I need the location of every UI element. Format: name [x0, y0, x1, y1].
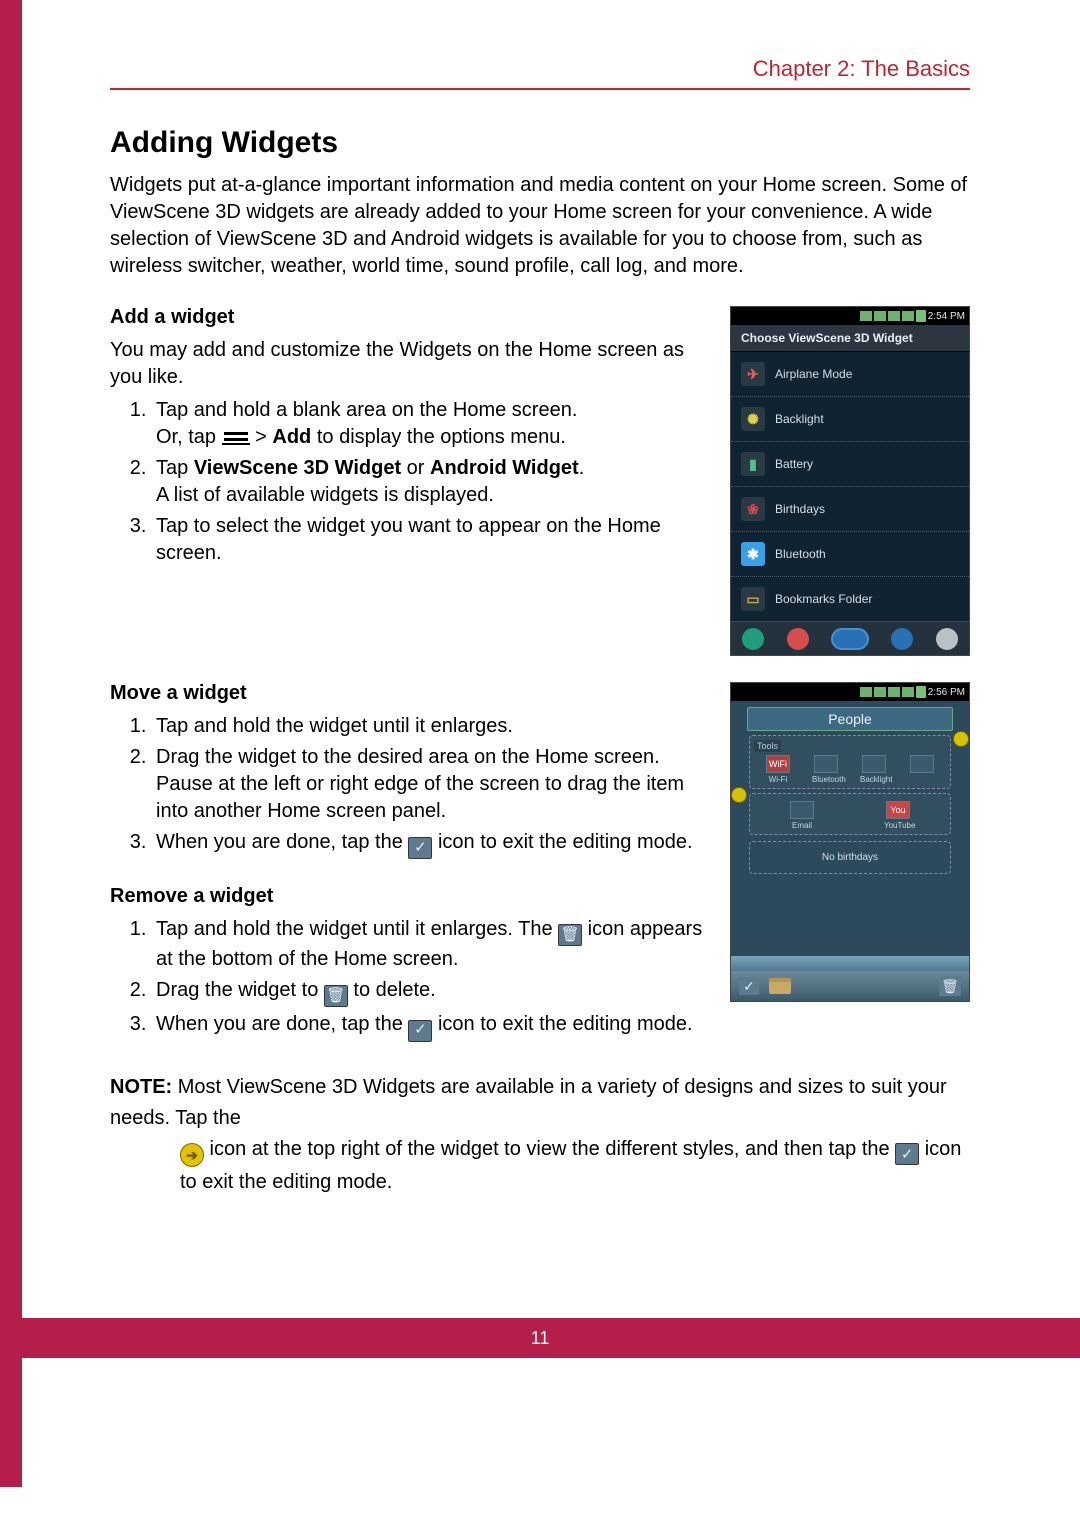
widget-row: ▭ Bookmarks Folder: [731, 577, 969, 621]
menu-icon: [222, 429, 250, 445]
battery-icon: [916, 310, 926, 322]
page-number: 11: [531, 1328, 550, 1348]
add-step-1: Tap and hold a blank area on the Home sc…: [152, 397, 710, 451]
tile: YouYouTube: [884, 801, 912, 830]
add-widget-head: Add a widget: [110, 306, 710, 329]
widget-icon: ✈: [741, 362, 765, 386]
page-content: Chapter 2: The Basics Adding Widgets Wid…: [0, 0, 1080, 1487]
figure-home-edit: 2:56 PM People Tools WiFiWi-FiBluetoothB…: [730, 682, 970, 1002]
widget-label: Backlight: [775, 412, 824, 426]
chooser-title: Choose ViewScene 3D Widget: [731, 325, 969, 352]
check-icon: ✓: [408, 837, 432, 859]
people-widget: People: [747, 707, 953, 731]
remove-widget-head: Remove a widget: [110, 885, 710, 908]
chapter-header: Chapter 2: The Basics: [110, 56, 970, 90]
widget-label: Birthdays: [775, 502, 825, 516]
widget-row: ❀ Birthdays: [731, 487, 969, 532]
trash-icon: 🗑: [324, 985, 348, 1007]
check-icon: ✓: [739, 977, 759, 995]
check-icon: ✓: [895, 1143, 919, 1165]
style-arrow-icon: [731, 787, 747, 803]
widget-icon: ❀: [741, 497, 765, 521]
widget-icon: ▮: [741, 452, 765, 476]
widget-label: Battery: [775, 457, 813, 471]
tools-panel: Tools WiFiWi-FiBluetoothBacklight: [749, 735, 951, 789]
move-step-3: When you are done, tap the ✓ icon to exi…: [152, 829, 710, 859]
widget-icon: ✺: [741, 407, 765, 431]
widget-label: Airplane Mode: [775, 367, 852, 381]
remove-step-1: Tap and hold the widget until it enlarge…: [152, 916, 710, 973]
status-bar: 2:54 PM: [731, 307, 969, 325]
no-birthdays-widget: No birthdays: [749, 841, 951, 874]
tile: Bluetooth: [812, 755, 840, 784]
widget-label: Bluetooth: [775, 547, 826, 561]
page-title: Adding Widgets: [110, 126, 970, 160]
style-arrow-icon: [180, 1143, 204, 1167]
style-arrow-icon: [953, 731, 969, 747]
status-bar: 2:56 PM: [731, 683, 969, 701]
section-add-widget: Add a widget You may add and customize t…: [110, 306, 970, 656]
trash-icon: 🗑: [558, 924, 582, 946]
remove-step-3: When you are done, tap the ✓ icon to exi…: [152, 1011, 710, 1041]
folder-icon: [769, 978, 791, 994]
remove-step-2: Drag the widget to 🗑 to delete.: [152, 977, 710, 1007]
page-footer: 11: [0, 1318, 1080, 1358]
edit-dock: ✓ 🗑: [731, 971, 969, 1001]
figure-choose-widget: 2:54 PM Choose ViewScene 3D Widget ✈ Airp…: [730, 306, 970, 656]
status-time: 2:54 PM: [928, 311, 965, 322]
widget-row: ▮ Battery: [731, 442, 969, 487]
status-time: 2:56 PM: [928, 687, 965, 698]
widget-label: Bookmarks Folder: [775, 592, 872, 606]
apps-panel: Email YouYouTube: [749, 793, 951, 835]
move-step-2: Drag the widget to the desired area on t…: [152, 744, 710, 825]
intro-paragraph: Widgets put at-a-glance important inform…: [110, 172, 970, 280]
tile: Backlight: [860, 755, 888, 784]
move-widget-head: Move a widget: [110, 682, 710, 705]
add-widget-desc: You may add and customize the Widgets on…: [110, 337, 710, 391]
trash-icon: 🗑: [939, 976, 961, 996]
tile: Email: [788, 801, 816, 830]
battery-icon: [916, 686, 926, 698]
widget-row: ✈ Airplane Mode: [731, 352, 969, 397]
tile: WiFiWi-Fi: [764, 755, 792, 784]
add-step-3: Tap to select the widget you want to app…: [152, 513, 710, 567]
section-move-widget: Move a widget Tap and hold the widget un…: [110, 682, 970, 1046]
widget-icon: ▭: [741, 587, 765, 611]
widget-row: ✱ Bluetooth: [731, 532, 969, 577]
widget-icon: ✱: [741, 542, 765, 566]
left-margin-bar: [0, 0, 22, 1487]
nav-dock: [731, 621, 969, 655]
move-step-1: Tap and hold the widget until it enlarge…: [152, 713, 710, 740]
add-step-2: Tap ViewScene 3D Widget or Android Widge…: [152, 455, 710, 509]
note: NOTE: Most ViewScene 3D Widgets are avai…: [110, 1072, 970, 1199]
tile: [908, 755, 936, 784]
widget-row: ✺ Backlight: [731, 397, 969, 442]
check-icon: ✓: [408, 1020, 432, 1042]
